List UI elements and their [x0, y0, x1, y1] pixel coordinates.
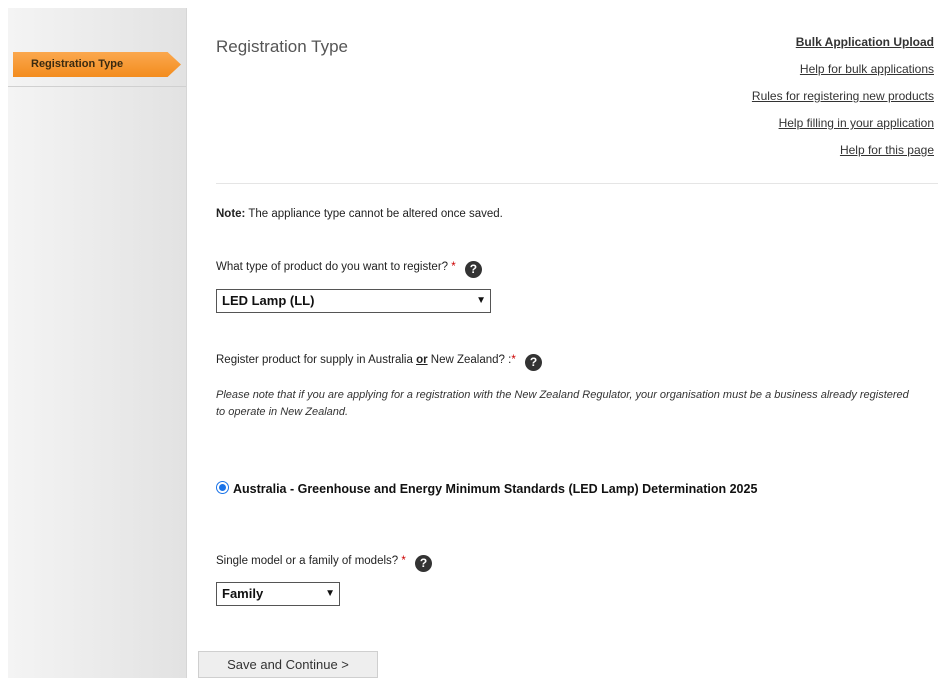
- product-type-label: What type of product do you want to regi…: [216, 261, 482, 278]
- rules-registering-link[interactable]: Rules for registering new products: [752, 89, 934, 104]
- help-this-page-link[interactable]: Help for this page: [752, 143, 934, 158]
- question-circle-icon[interactable]: ?: [415, 555, 433, 572]
- product-type-selected: LED Lamp (LL): [222, 293, 315, 308]
- chevron-down-icon: ▼: [325, 588, 335, 599]
- divider: [216, 183, 938, 184]
- product-type-question: What type of product do you want to regi…: [216, 261, 449, 273]
- note-body: The appliance type cannot be altered onc…: [245, 208, 503, 220]
- model-selected: Family: [222, 586, 264, 601]
- model-label: Single model or a family of models? * ?: [216, 555, 433, 572]
- required-mark: *: [401, 555, 406, 567]
- help-bulk-applications-link[interactable]: Help for bulk applications: [752, 62, 934, 77]
- region-question-post: New Zealand? :: [427, 354, 512, 366]
- chevron-down-icon: ▼: [476, 295, 486, 306]
- region-label: Register product for supply in Australia…: [216, 354, 543, 371]
- bulk-application-upload-link[interactable]: Bulk Application Upload: [752, 35, 934, 50]
- region-question-pre: Register product for supply in Australia: [216, 354, 417, 366]
- save-and-continue-button[interactable]: Save and Continue >: [198, 651, 378, 678]
- note-label: Note:: [216, 208, 246, 220]
- note-text: Note: The appliance type cannot be alter…: [216, 208, 503, 220]
- question-circle-icon[interactable]: ?: [464, 261, 482, 278]
- question-circle-icon[interactable]: ?: [525, 354, 543, 371]
- help-links: Bulk Application Upload Help for bulk ap…: [752, 35, 934, 170]
- region-question-or: or: [416, 354, 428, 366]
- required-mark: *: [451, 261, 456, 273]
- page-title: Registration Type: [216, 37, 348, 56]
- sidebar-divider: [8, 86, 186, 87]
- sidebar-item-registration-type[interactable]: Registration Type: [13, 52, 181, 77]
- region-option-label: Australia - Greenhouse and Energy Minimu…: [233, 482, 758, 496]
- product-type-select[interactable]: LED Lamp (LL) ▼: [216, 289, 491, 313]
- help-filling-application-link[interactable]: Help filling in your application: [752, 116, 934, 131]
- sidebar: [8, 8, 187, 678]
- model-question: Single model or a family of models?: [216, 555, 399, 567]
- region-option-australia[interactable]: Australia - Greenhouse and Energy Minimu…: [216, 481, 757, 496]
- required-mark: *: [511, 354, 516, 366]
- region-note: Please note that if you are applying for…: [216, 389, 909, 418]
- radio-selected-icon[interactable]: [216, 481, 229, 494]
- model-select[interactable]: Family ▼: [216, 582, 340, 606]
